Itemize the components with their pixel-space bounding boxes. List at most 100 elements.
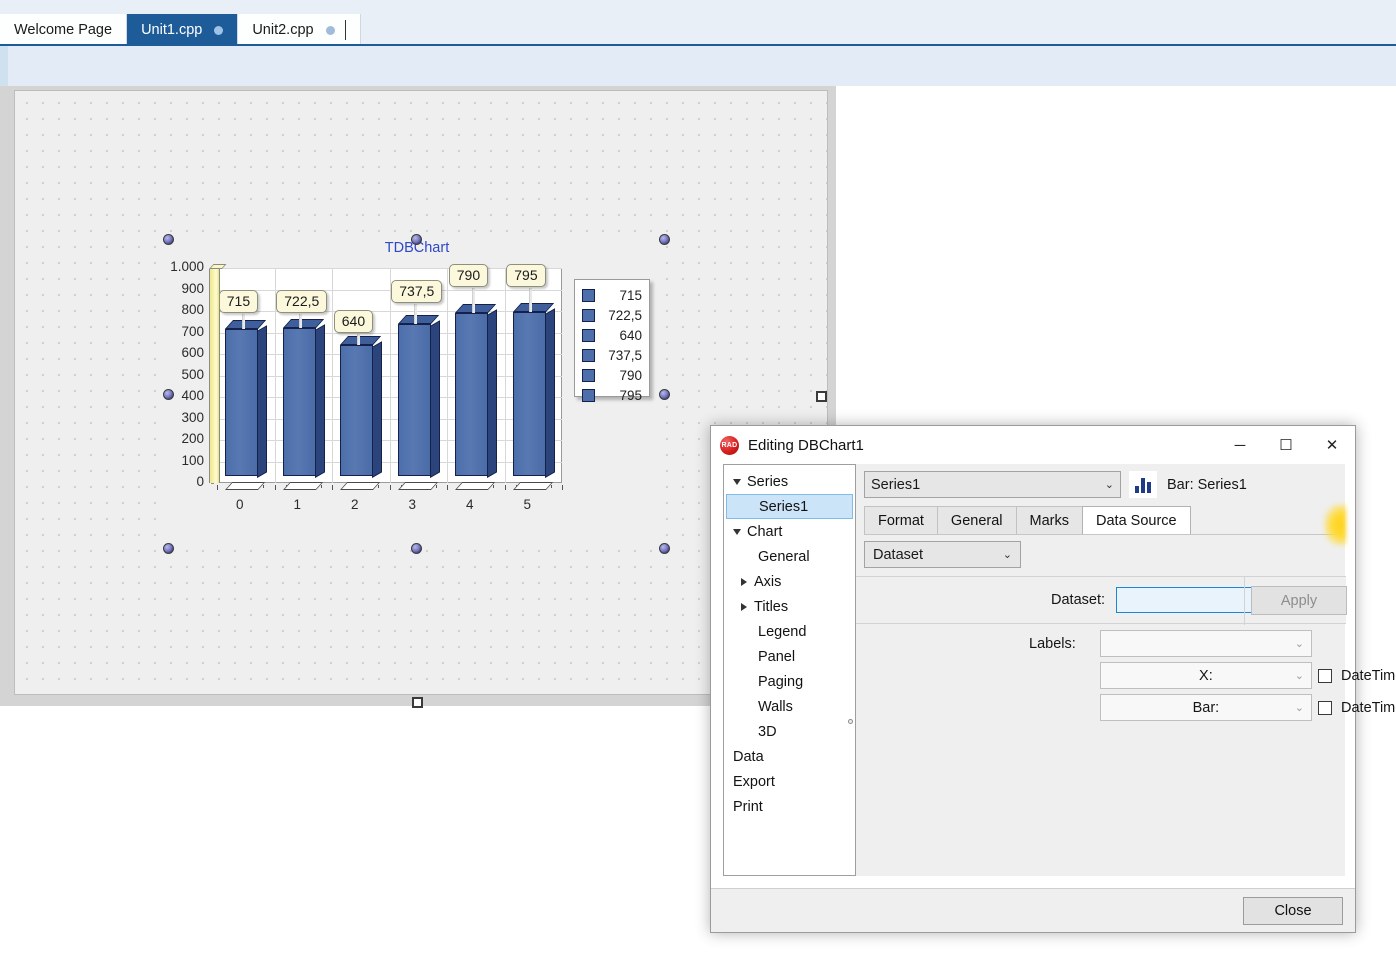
maximize-icon[interactable]: ☐: [1263, 426, 1309, 464]
legend-row: 715: [582, 285, 643, 305]
bar-mark-stem: [241, 314, 245, 330]
close-button[interactable]: Close: [1243, 897, 1343, 925]
chart-bar[interactable]: [340, 336, 383, 490]
source-type-value: Dataset: [873, 546, 923, 563]
apply-button[interactable]: Apply: [1251, 586, 1347, 615]
tdbchart-control[interactable]: TDBChart 1.000 900 800 700 600 500 400 300 200 10…: [163, 234, 670, 554]
x-axis-tick-mark: [263, 485, 264, 488]
form-resize-handle-bottom[interactable]: [412, 697, 423, 708]
bar-side-face: [429, 320, 440, 478]
x-axis-tick-label: 3: [408, 497, 416, 512]
dialog-nav-tree[interactable]: Series Series1 Chart General Axis Titles Legen…: [723, 464, 856, 876]
dialog-tab-general[interactable]: General: [936, 506, 1017, 535]
chart-bar[interactable]: [397, 315, 440, 490]
labels-field-select[interactable]: ⌄: [1100, 630, 1312, 657]
y-axis-tick-label: 900: [181, 280, 204, 296]
chart-bar[interactable]: [512, 303, 555, 490]
tree-item-paging[interactable]: Paging: [724, 669, 855, 694]
chart-handle-bottom-left[interactable]: [163, 543, 174, 554]
legend-row: 722,5: [582, 305, 643, 325]
tree-item-titles[interactable]: Titles: [724, 594, 855, 619]
chart-handle-bottom-center[interactable]: [411, 543, 422, 554]
chart-bar[interactable]: [282, 318, 325, 490]
chart-handle-middle-left[interactable]: [163, 389, 174, 400]
checkbox-box[interactable]: [1318, 701, 1332, 715]
dataset-row: Dataset: ⌄ Apply: [856, 576, 1347, 625]
dialog-tab-label: Marks: [1029, 513, 1069, 529]
tree-item-chart[interactable]: Chart: [724, 519, 855, 544]
tree-item-legend[interactable]: Legend: [724, 619, 855, 644]
chart-handle-top-center[interactable]: [411, 234, 422, 245]
legend-row: 795: [582, 385, 643, 405]
legend-swatch-icon: [582, 348, 595, 362]
tree-item-panel[interactable]: Panel: [724, 644, 855, 669]
bar-mark-stem: [471, 288, 475, 314]
chart-handle-top-right[interactable]: [659, 234, 670, 245]
bar-base-plate: [282, 482, 324, 490]
dialog-tab-row[interactable]: Format General Marks Data Source: [864, 506, 1191, 535]
x-field-select[interactable]: X: ⌄: [1100, 662, 1312, 689]
bar-datetime-checkbox[interactable]: DateTime: [1318, 700, 1396, 716]
bar-field-select[interactable]: Bar: ⌄: [1100, 694, 1312, 721]
tree-item-3d[interactable]: 3D: [724, 719, 855, 744]
source-type-select[interactable]: Dataset ⌄: [864, 541, 1021, 568]
y-axis-tick-label: 600: [181, 345, 204, 360]
legend-label: 722,5: [608, 307, 642, 323]
dialog-tab-marks[interactable]: Marks: [1015, 506, 1083, 535]
chart-handle-bottom-right[interactable]: [659, 543, 670, 554]
legend-label: 640: [619, 327, 642, 343]
dialog-title-bar[interactable]: RAD Editing DBChart1 ─ ☐ ✕: [711, 426, 1355, 464]
tree-item-data[interactable]: Data: [724, 744, 855, 769]
ide-tab-1[interactable]: Unit1.cpp: [127, 14, 239, 46]
tree-item-export[interactable]: Export: [724, 769, 855, 794]
legend-swatch-icon: [582, 288, 595, 302]
x-axis-tick-mark: [493, 485, 494, 488]
ide-tab-label: Unit1.cpp: [141, 22, 203, 38]
ide-tab-label: Unit2.cpp: [252, 22, 314, 38]
tree-item-series[interactable]: Series: [724, 469, 855, 494]
x-axis-tick-mark: [389, 485, 391, 490]
tree-item-label: 3D: [758, 723, 777, 740]
tree-item-label: Series: [747, 473, 789, 490]
close-icon[interactable]: ✕: [1309, 426, 1355, 464]
bar-side-face: [487, 309, 498, 478]
tree-item-label: Titles: [754, 598, 789, 615]
ide-tab-2[interactable]: Unit2.cpp: [238, 14, 361, 46]
chevron-down-icon: ⌄: [1294, 702, 1304, 714]
tree-item-walls[interactable]: Walls: [724, 694, 855, 719]
tree-item-label: Legend: [758, 623, 807, 640]
editing-dbchart-dialog[interactable]: RAD Editing DBChart1 ─ ☐ ✕ Series Series1…: [710, 425, 1396, 933]
x-axis-tick-mark: [504, 485, 506, 490]
ide-tab-0[interactable]: Welcome Page: [0, 14, 128, 46]
bar-mark-stem: [529, 288, 533, 313]
bar-base-plate: [455, 482, 496, 490]
chart-handle-middle-right[interactable]: [659, 389, 670, 400]
tree-item-general[interactable]: General: [724, 544, 855, 569]
tree-item-print[interactable]: Print: [724, 794, 855, 819]
y-axis-tick-label: 0: [196, 474, 204, 489]
chart-bar[interactable]: [455, 304, 498, 490]
x-axis-tick-mark: [320, 485, 322, 488]
tree-item-axis[interactable]: Axis: [724, 569, 855, 594]
minimize-icon[interactable]: ─: [1217, 426, 1263, 464]
expander-down-icon[interactable]: [733, 528, 741, 535]
bar-value-mark: 737,5: [391, 280, 443, 303]
x-field-value: X:: [1199, 667, 1213, 684]
x-datetime-checkbox[interactable]: DateTime: [1318, 668, 1396, 684]
chart-handle-top-left[interactable]: [163, 234, 174, 245]
bar-front-face: [397, 324, 431, 476]
expander-down-icon[interactable]: [733, 478, 741, 485]
dialog-tab-format[interactable]: Format: [864, 506, 938, 535]
tree-item-label: Axis: [754, 573, 782, 590]
expander-right-icon[interactable]: [741, 577, 747, 586]
dialog-tab-data-source[interactable]: Data Source: [1082, 506, 1191, 535]
series-select[interactable]: Series1 ⌄: [864, 471, 1121, 498]
chart-bar[interactable]: [225, 320, 268, 490]
tree-item-series1[interactable]: Series1: [726, 494, 853, 519]
tree-item-label: Data: [733, 748, 764, 765]
dialog-tab-label: General: [950, 513, 1003, 529]
form-resize-handle-right[interactable]: [816, 391, 827, 402]
checkbox-box[interactable]: [1318, 669, 1332, 683]
expander-right-icon[interactable]: [741, 602, 747, 611]
splitter-grip[interactable]: [848, 719, 853, 724]
